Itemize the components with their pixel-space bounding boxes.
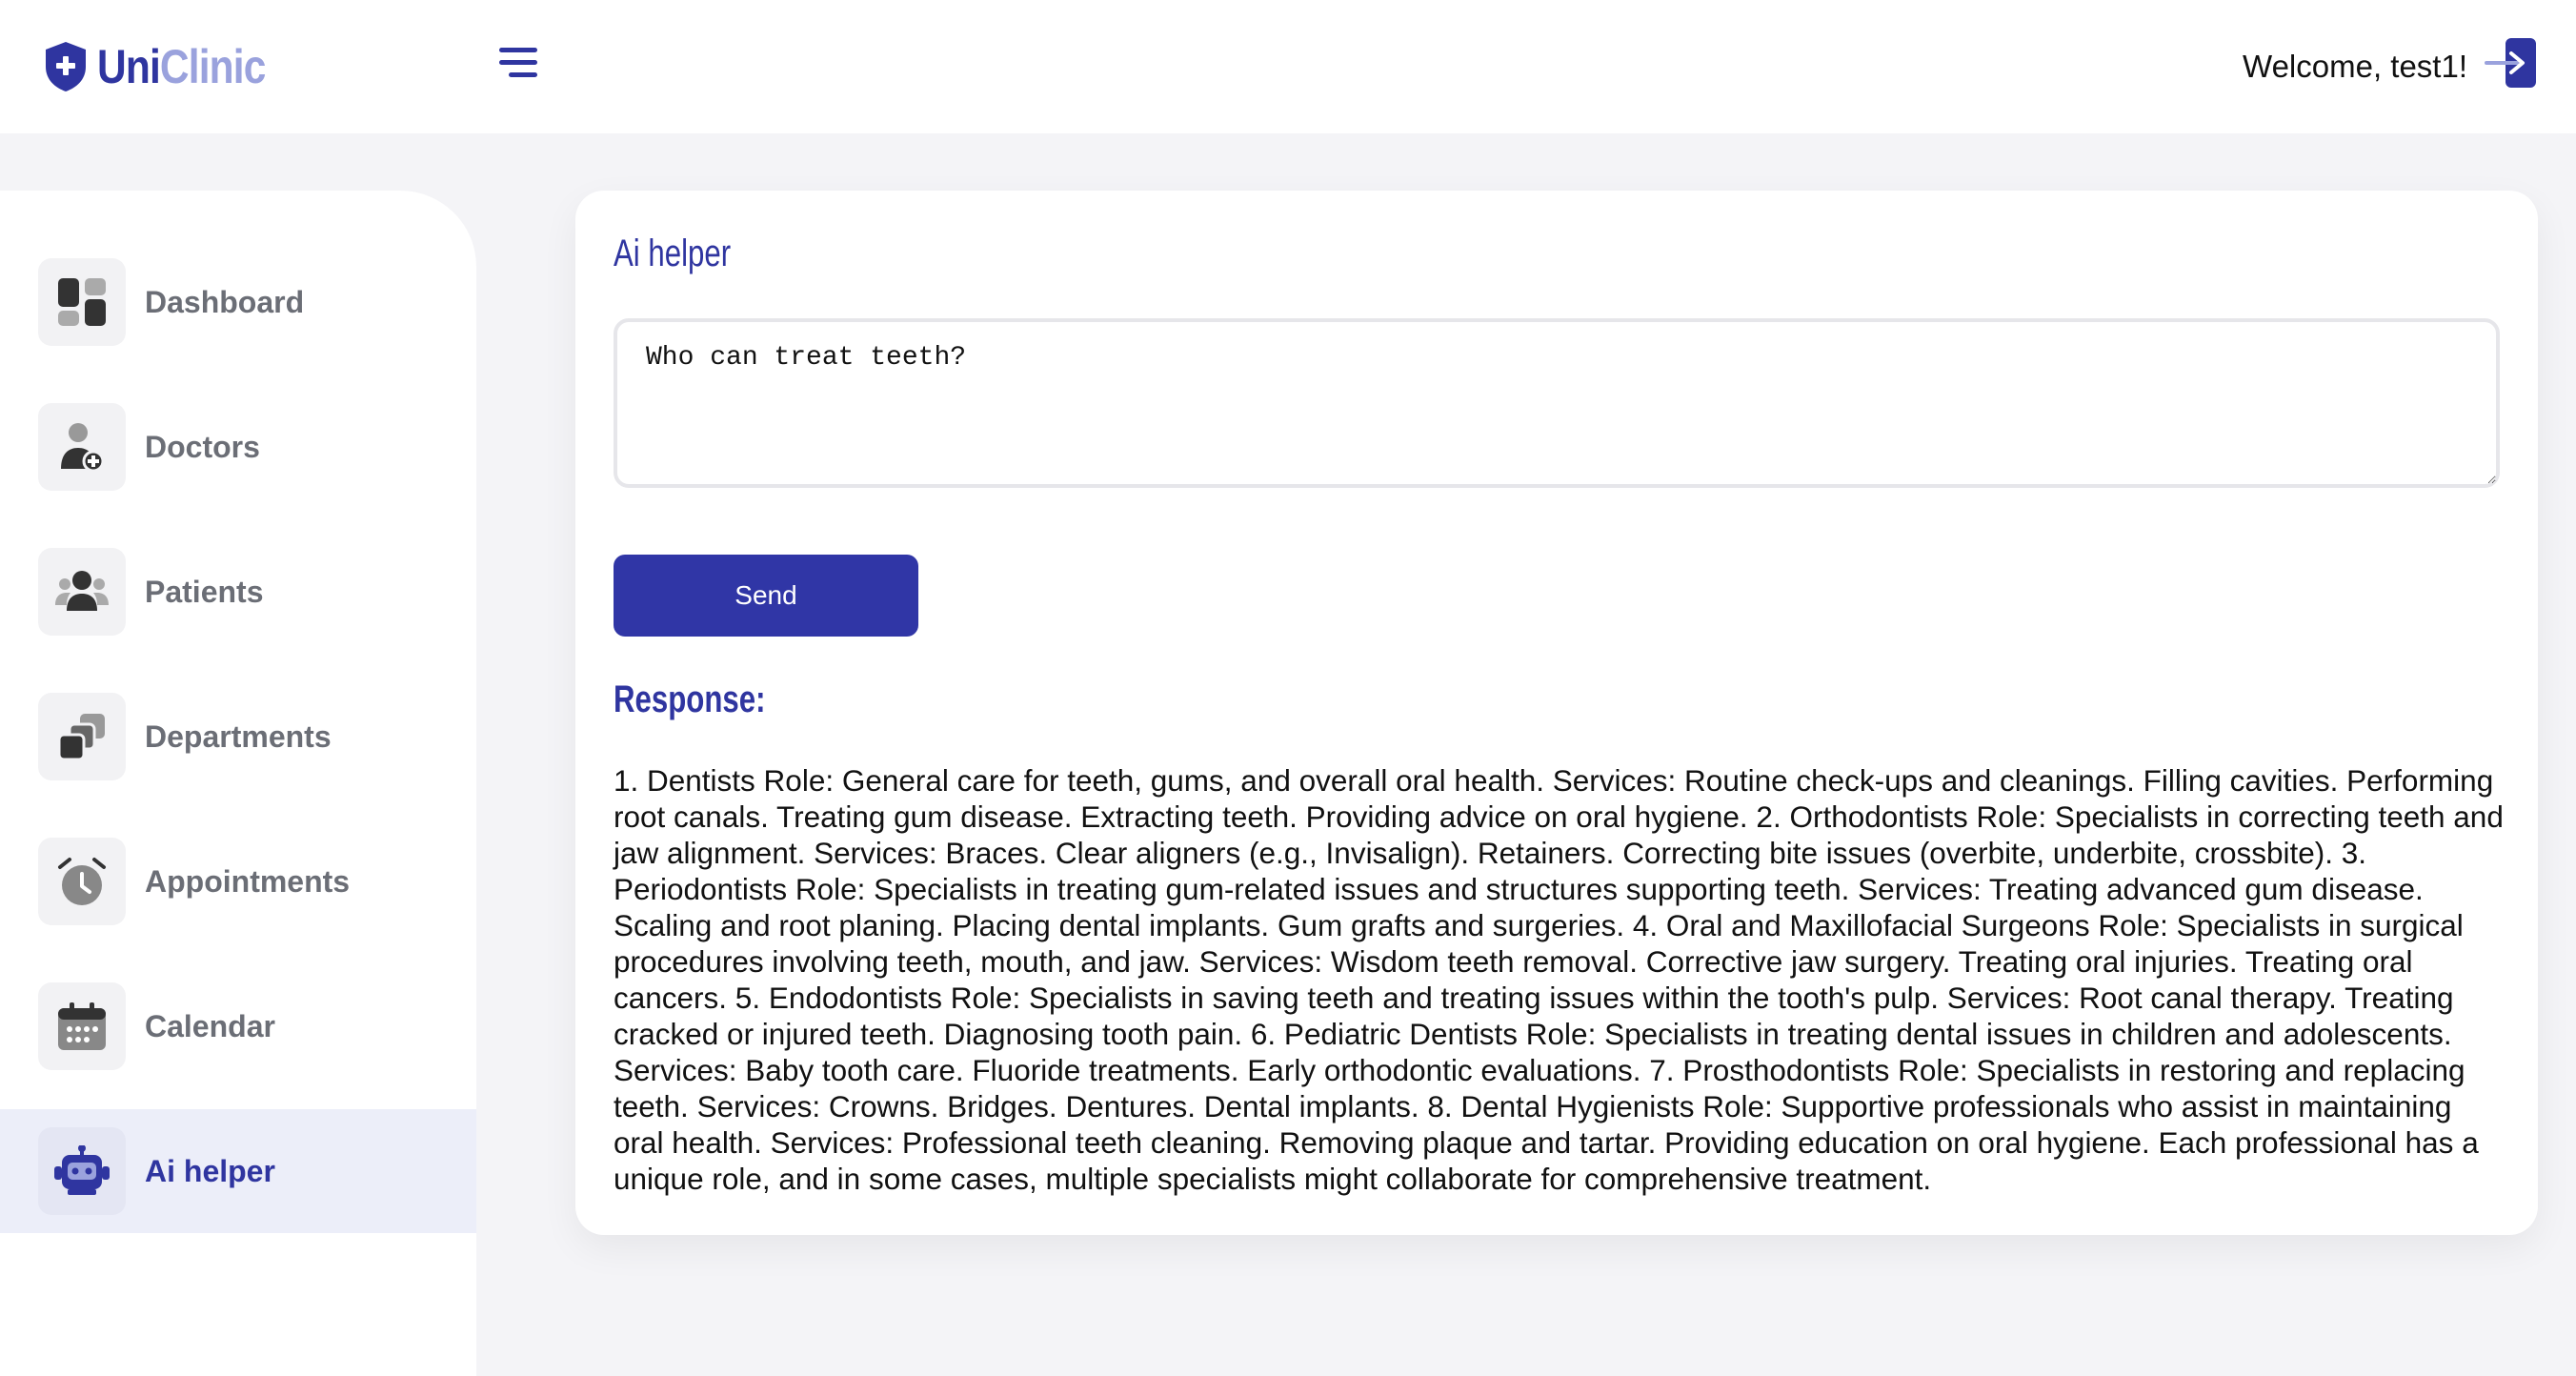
response-title: Response: [614, 678, 766, 720]
sidebar-item-label: Departments [145, 718, 332, 754]
send-button[interactable]: Send [614, 555, 918, 637]
robot-icon [54, 1145, 110, 1195]
calendar-icon-tile [38, 982, 126, 1070]
sidebar-item-appointments[interactable]: Appointments [0, 820, 476, 943]
hamburger-icon [499, 48, 537, 77]
doctor-icon-tile [38, 403, 126, 491]
alarm-clock-icon-tile [38, 838, 126, 925]
logo-text-uni: Uni [97, 40, 161, 93]
sidebar: Dashboard Doctors Patients Departments A… [0, 191, 476, 1376]
doctor-icon [61, 423, 105, 473]
sidebar-item-label: Ai helper [145, 1153, 275, 1188]
ai-helper-panel: Ai helper Send Response: 1. Dentists Rol… [575, 191, 2538, 1235]
patients-icon [55, 571, 109, 611]
sidebar-item-label: Calendar [145, 1008, 275, 1043]
logo-text-clinic: Clinic [159, 40, 266, 93]
sidebar-item-calendar[interactable]: Calendar [0, 964, 476, 1088]
logout-button[interactable] [2485, 38, 2538, 88]
sidebar-item-label: Appointments [145, 863, 351, 899]
departments-icon [57, 714, 105, 761]
sidebar-item-doctors[interactable]: Doctors [0, 385, 476, 509]
sidebar-item-label: Dashboard [145, 284, 305, 319]
prompt-textarea[interactable] [614, 318, 2500, 488]
sidebar-item-label: Doctors [145, 429, 260, 464]
sidebar-item-departments[interactable]: Departments [0, 675, 476, 799]
alarm-clock-icon [58, 858, 106, 905]
sidebar-item-label: Patients [145, 574, 264, 609]
robot-icon-tile [38, 1127, 126, 1215]
welcome-text: Welcome, test1! [2243, 49, 2467, 84]
calendar-icon [58, 1002, 106, 1050]
dashboard-icon [58, 278, 106, 326]
logout-icon [2485, 38, 2536, 88]
sidebar-item-dashboard[interactable]: Dashboard [0, 240, 476, 364]
page-title: Ai helper [614, 233, 732, 274]
patients-icon-tile [38, 548, 126, 636]
top-bar: UniClinic Welcome, test1! [0, 0, 2576, 133]
menu-toggle-button[interactable] [499, 46, 539, 80]
response-text: 1. Dentists Role: General care for teeth… [614, 763, 2504, 1196]
sidebar-item-ai-helper[interactable]: Ai helper [0, 1109, 476, 1233]
sidebar-item-patients[interactable]: Patients [0, 530, 476, 654]
departments-icon-tile [38, 693, 126, 780]
app-logo[interactable]: UniClinic [44, 38, 295, 95]
dashboard-icon-tile [38, 258, 126, 346]
logo-text: UniClinic [97, 38, 266, 95]
shield-plus-icon [46, 42, 86, 91]
